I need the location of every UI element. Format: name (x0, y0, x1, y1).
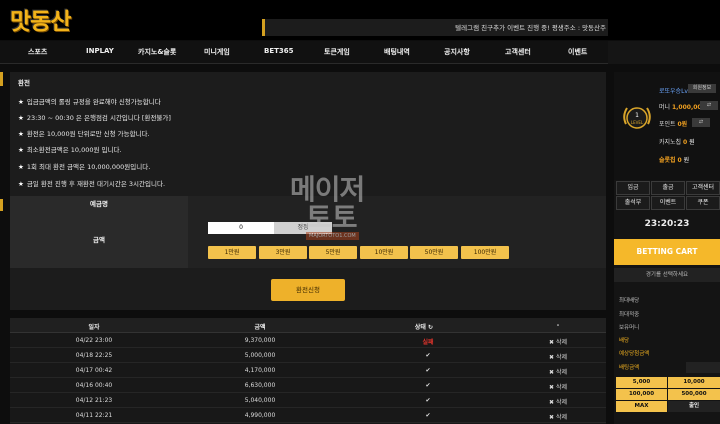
rule-line: ★ 입금금액의 롤링 규정을 완료해야 신청가능합니다 (18, 98, 161, 106)
top-bar: 맛동산 텔레그램 친구추가 이벤트 진행 중! 평생주소 : 맛동산주 (0, 0, 720, 40)
rule-line: ★ 금일 환전 진행 후 재환전 대기시간은 3시간입니다. (18, 180, 166, 188)
page-title: 환전 (18, 79, 30, 87)
column-header: - (556, 322, 560, 329)
column-header: 일자 (88, 324, 100, 331)
edge-marker (0, 72, 3, 86)
balance-label: 보유머니 (619, 325, 640, 331)
expected-win-label: 예상당첨금액 (619, 351, 650, 357)
point-convert-button[interactable]: ⇄ (692, 118, 710, 127)
attendance-button[interactable]: 출석부 (616, 196, 650, 210)
nav-item-inplay[interactable]: INPLAY (86, 47, 114, 55)
table-row: 04/22 23:00 9,370,000 실패 ✖ 삭제 (10, 333, 606, 348)
check-icon: ✔ (425, 397, 431, 404)
amount-clear-button[interactable]: 정정 (274, 222, 332, 234)
check-icon: ✔ (425, 367, 431, 374)
quick-amount-button[interactable]: 5만원 (309, 246, 357, 259)
user-panel: 로또우승Lv 회원정보 1 LEVEL 머니 1,000,000 원 ⇄ 포인트… (614, 72, 720, 180)
amount-input[interactable]: 0 (208, 222, 274, 234)
site-logo[interactable]: 맛동산 (10, 2, 71, 36)
main-nav: 스포츠 INPLAY 카지노&슬롯 미니게임 BET365 토큰게임 배팅내역 … (0, 41, 720, 64)
table-row: 04/18 22:25 5,000,000 ✔ ✖ 삭제 (10, 348, 606, 363)
clock: 23:20:23 (644, 219, 690, 229)
withdraw-button[interactable]: 출금 (651, 181, 685, 195)
delete-button[interactable]: ✖ 삭제 (549, 412, 567, 421)
deposit-button[interactable]: 입금 (616, 181, 650, 195)
rule-line: ★ 23:30 ~ 00:30 은 은행점검 시간입니다 [환전불가] (18, 114, 171, 122)
rule-line: ★ 환전은 10,000원 단위로만 신청 가능합니다. (18, 130, 150, 138)
support-button[interactable]: 고객센터 (686, 181, 720, 195)
event-button[interactable]: 이벤트 (651, 196, 685, 210)
coupon-button[interactable]: 쿠폰 (686, 196, 720, 210)
delete-button[interactable]: ✖ 삭제 (549, 397, 567, 406)
chip-button[interactable]: 100,000 (616, 389, 667, 400)
max-button[interactable]: MAX (616, 401, 667, 412)
member-info-button[interactable]: 회원정보 (688, 84, 716, 93)
holder-label: 예금명 (10, 196, 188, 212)
nav-item-casino[interactable]: 카지노&슬롯 (138, 47, 176, 57)
reset-button[interactable]: 출인 (668, 401, 720, 412)
column-header: 금액 (254, 324, 266, 331)
nav-item-bet365[interactable]: BET365 (264, 47, 294, 55)
delete-button[interactable]: ✖ 삭제 (549, 367, 567, 376)
table-row: 04/12 21:23 5,040,000 ✔ ✖ 삭제 (10, 393, 606, 408)
quick-amount-button[interactable]: 50만원 (410, 246, 458, 259)
betting-cart-button[interactable]: BETTING CART (614, 239, 720, 265)
table-row: 04/11 22:21 4,990,000 ✔ ✖ 삭제 (10, 408, 606, 423)
quick-amount-button[interactable]: 1만원 (208, 246, 256, 259)
nav-item-minigame[interactable]: 미니게임 (204, 47, 230, 57)
column-header: 상태 ↻ (414, 324, 434, 331)
bet-amount-input[interactable] (686, 362, 720, 373)
ticker-text: 텔레그램 친구추가 이벤트 진행 중! 평생주소 : 맛동산주 (455, 24, 606, 32)
check-icon: ✔ (425, 412, 431, 419)
casino-chip-line: 카지노칩 0 원 (659, 139, 695, 146)
point-line: 포인트 0원 (659, 121, 688, 128)
max-win-label: 최대적중 (619, 312, 640, 318)
svg-text:LEVEL: LEVEL (631, 120, 644, 125)
delete-button[interactable]: ✖ 삭제 (549, 352, 567, 361)
rule-line: ★ 1회 최대 환전 금액은 10,000,000원입니다. (18, 163, 151, 171)
quick-amount-button[interactable]: 100만원 (461, 246, 509, 259)
status-badge: 실패 (422, 339, 434, 346)
nav-item-token-game[interactable]: 토큰게임 (324, 47, 350, 57)
check-icon: ✔ (425, 352, 431, 359)
nav-item-bet-history[interactable]: 배팅내역 (384, 47, 410, 57)
notice-ticker: 텔레그램 친구추가 이벤트 진행 중! 평생주소 : 맛동산주 (262, 19, 608, 36)
cart-empty-note: 경기를 선택하세요 (614, 268, 720, 282)
amount-row (188, 212, 606, 268)
nav-item-sports[interactable]: 스포츠 (28, 47, 47, 57)
exchange-history-table: 일자 금액 상태 ↻ - 04/22 23:00 9,370,000 실패 ✖ … (10, 318, 606, 424)
chip-button[interactable]: 10,000 (668, 377, 720, 388)
chip-button[interactable]: 500,000 (668, 389, 720, 400)
rule-line: ★ 최소환전금액은 10,000원 입니다. (18, 146, 122, 154)
exchange-submit-button[interactable]: 환전신청 (271, 279, 345, 301)
amount-label: 금액 (10, 212, 188, 268)
nav-item-support[interactable]: 고객센터 (505, 47, 531, 57)
chip-button[interactable]: 5,000 (616, 377, 667, 388)
exchange-panel: 환전 ★ 입금금액의 롤링 규정을 완료해야 신청가능합니다 ★ 23:30 ~ 0… (10, 72, 606, 310)
nav-item-event[interactable]: 이벤트 (568, 47, 587, 57)
edge-marker (0, 199, 3, 211)
delete-button[interactable]: ✖ 삭제 (549, 382, 567, 391)
level-medal-icon: 1 LEVEL (623, 107, 651, 129)
svg-text:1: 1 (635, 112, 639, 119)
odds-label: 배당 (619, 338, 630, 344)
money-action-button[interactable]: ⇄ (700, 101, 718, 110)
delete-button[interactable]: ✖ 삭제 (549, 337, 567, 346)
holder-value (188, 196, 606, 212)
quick-amount-button[interactable]: 3만원 (259, 246, 307, 259)
nav-item-notice[interactable]: 공지사항 (444, 47, 470, 57)
bet-amount-label: 배팅금액 (619, 365, 640, 371)
refresh-icon[interactable]: ↻ (428, 324, 433, 331)
max-odds-label: 최대배당 (619, 298, 640, 304)
quick-amount-button[interactable]: 10만원 (360, 246, 408, 259)
table-row: 04/17 00:42 4,170,000 ✔ ✖ 삭제 (10, 363, 606, 378)
table-row: 04/16 00:40 6,630,000 ✔ ✖ 삭제 (10, 378, 606, 393)
username: 로또우승Lv (659, 88, 688, 95)
slot-chip-line: 슬롯칩 0 원 (659, 157, 690, 164)
page-root: 맛동산 텔레그램 친구추가 이벤트 진행 중! 평생주소 : 맛동산주 스포츠 … (0, 0, 720, 424)
check-icon: ✔ (425, 382, 431, 389)
